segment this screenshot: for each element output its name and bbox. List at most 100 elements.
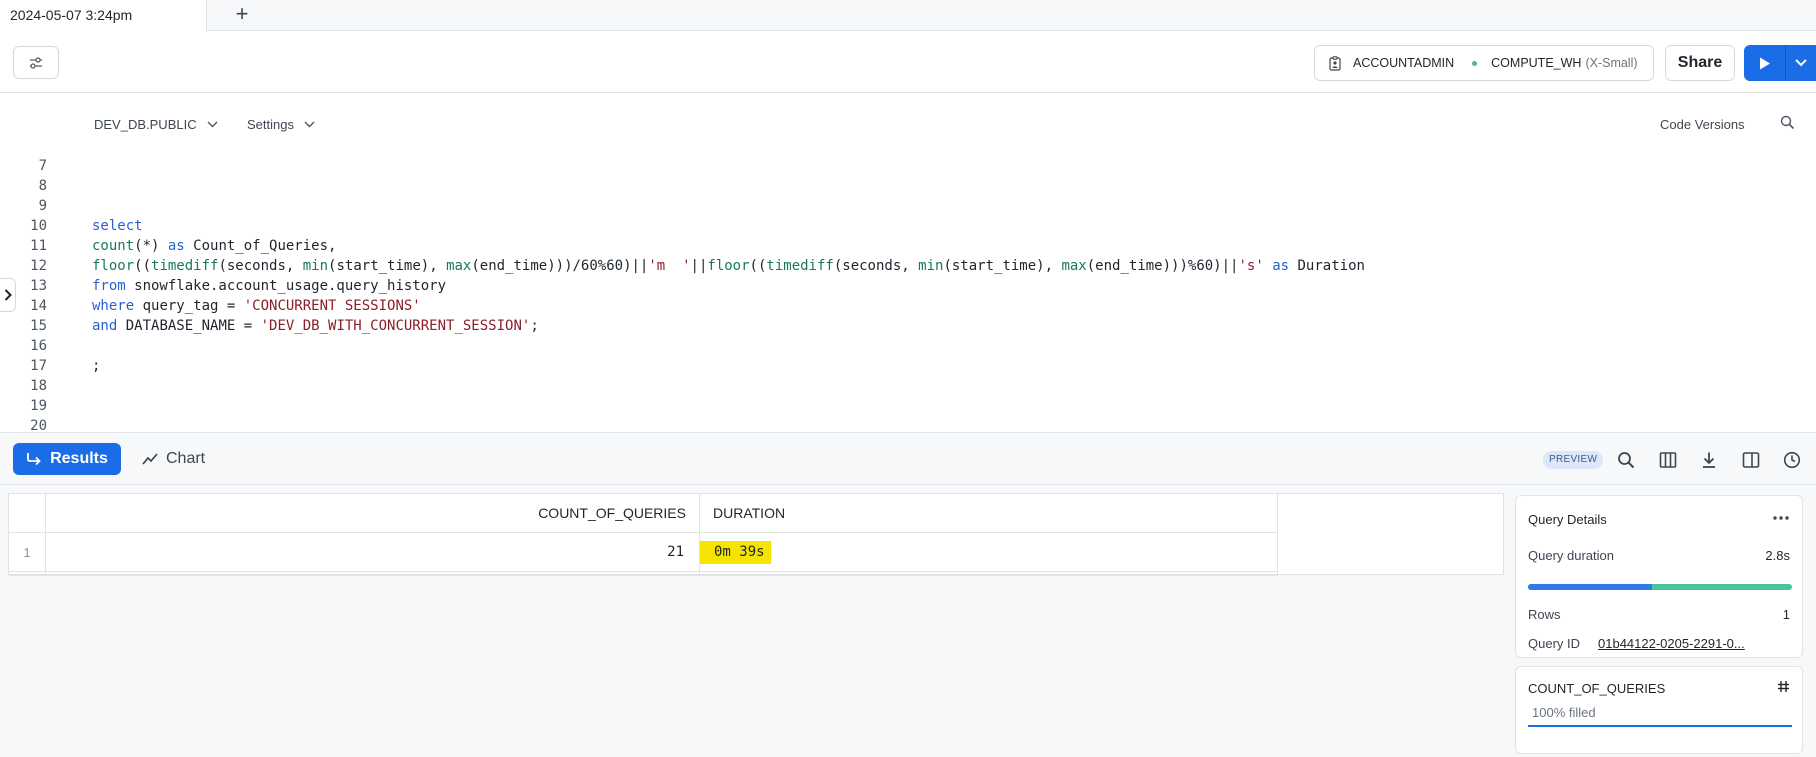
chevron-down-icon xyxy=(1795,59,1807,67)
query-details-title: Query Details xyxy=(1528,512,1607,527)
code-line: 13 from snowflake.account_usage.query_his… xyxy=(0,278,1816,298)
code-line: 16 xyxy=(0,338,1816,358)
editor-search-button[interactable] xyxy=(1780,115,1795,135)
code-line: 9 xyxy=(0,198,1816,218)
line-number: 19 xyxy=(30,398,47,414)
preview-badge: PREVIEW xyxy=(1543,451,1604,469)
query-duration-value: 2.8s xyxy=(1765,548,1790,563)
query-id-label: Query ID xyxy=(1528,636,1581,651)
table-cell xyxy=(46,572,700,576)
role-warehouse-selector[interactable]: ACCOUNTADMIN COMPUTE_WH (X-Small) xyxy=(1314,45,1654,81)
code-line: 15 and DATABASE_NAME = 'DEV_DB_WITH_CONCU… xyxy=(0,318,1816,338)
run-options-dropdown[interactable] xyxy=(1786,45,1816,81)
line-chart-icon xyxy=(142,453,158,465)
add-tab-button[interactable]: + xyxy=(230,2,254,26)
hash-icon xyxy=(1777,680,1790,697)
database-schema-selector[interactable]: DEV_DB.PUBLIC xyxy=(94,117,218,132)
row-index-header xyxy=(9,494,46,533)
chevron-down-icon xyxy=(304,121,315,128)
code-line: 14 where query_tag = 'CONCURRENT SESSIONS… xyxy=(0,298,1816,318)
more-horizontal-icon xyxy=(1773,516,1789,520)
warehouse-name: COMPUTE_WH xyxy=(1491,56,1582,70)
line-number: 15 xyxy=(30,318,47,334)
code-line: 11 count(*) as Count_of_Queries, xyxy=(0,238,1816,258)
code-text: select xyxy=(92,218,143,234)
filters-button[interactable] xyxy=(13,46,59,79)
code-line: 12 floor((timediff(seconds, min(start_tim… xyxy=(0,258,1816,278)
chart-tab[interactable]: Chart xyxy=(142,443,205,475)
row-index: 1 xyxy=(9,533,46,572)
table-cell[interactable]: 0m 39s xyxy=(700,533,1278,572)
chevron-down-icon xyxy=(207,121,218,128)
editor-header: DEV_DB.PUBLIC Settings Code Versions xyxy=(0,93,1816,153)
code-line: 17; xyxy=(0,358,1816,378)
query-details-card: Query Details Query duration 2.8s Rows 1… xyxy=(1515,495,1803,658)
code-line: 10 select xyxy=(0,218,1816,238)
split-panel-icon xyxy=(1742,452,1760,468)
line-number: 17 xyxy=(30,358,47,374)
warehouse-size: (X-Small) xyxy=(1585,56,1638,70)
row-index xyxy=(9,572,46,576)
rows-value: 1 xyxy=(1782,607,1790,622)
database-schema-label: DEV_DB.PUBLIC xyxy=(94,117,197,132)
fill-rate-indicator: 100% filled xyxy=(1528,705,1792,727)
code-text: from snowflake.account_usage.query_histo… xyxy=(92,278,447,294)
column-stats-card: COUNT_OF_QUERIES 100% filled xyxy=(1515,666,1803,754)
columns-button[interactable] xyxy=(1657,449,1679,471)
table-cell xyxy=(700,572,1278,576)
sql-editor[interactable]: 7 8 9 10 select 11 count(*) as Count_of_Qu… xyxy=(0,158,1816,434)
chart-tab-label: Chart xyxy=(166,450,206,467)
query-history-button[interactable] xyxy=(1781,449,1803,471)
code-line: 19 xyxy=(0,398,1816,418)
results-grid: COUNT_OF_QUERIES DURATION 1 21 0m 39s xyxy=(8,493,1504,576)
code-text: count(*) as Count_of_Queries, xyxy=(92,238,337,254)
results-grid-area: COUNT_OF_QUERIES DURATION 1 21 0m 39s xyxy=(0,485,1504,757)
column-header[interactable]: COUNT_OF_QUERIES xyxy=(46,494,700,533)
expand-sidebar-handle[interactable] xyxy=(0,278,16,312)
search-results-button[interactable] xyxy=(1615,449,1637,471)
worksheet-toolbar: ACCOUNTADMIN COMPUTE_WH (X-Small) Share xyxy=(0,31,1816,93)
play-icon xyxy=(1759,57,1770,69)
sliders-icon xyxy=(30,56,42,69)
run-button[interactable] xyxy=(1744,45,1786,81)
line-number: 11 xyxy=(30,238,47,254)
code-versions-link[interactable]: Code Versions xyxy=(1660,117,1745,132)
settings-dropdown[interactable]: Settings xyxy=(247,117,315,132)
line-number: 16 xyxy=(30,338,47,354)
line-number: 8 xyxy=(38,178,47,194)
rows-label: Rows xyxy=(1528,607,1561,622)
share-button[interactable]: Share xyxy=(1665,45,1735,81)
download-button[interactable] xyxy=(1698,449,1720,471)
clock-icon xyxy=(1783,451,1801,469)
code-text: ; xyxy=(92,358,101,374)
search-icon xyxy=(1618,452,1635,469)
code-text: floor((timediff(seconds, min(start_time)… xyxy=(92,258,1365,274)
column-stats-title: COUNT_OF_QUERIES xyxy=(1528,681,1666,696)
query-id-row: Query ID 01b44122-0205-2291-0... xyxy=(1528,636,1790,651)
code-line: 8 xyxy=(0,178,1816,198)
worksheet-tab[interactable]: 2024-05-07 3:24pm xyxy=(0,0,207,32)
code-text: where query_tag = 'CONCURRENT SESSIONS' xyxy=(92,298,421,314)
download-icon xyxy=(1703,452,1715,468)
warehouse-status-dot xyxy=(1472,60,1478,66)
chevron-right-icon xyxy=(4,289,12,301)
split-view-button[interactable] xyxy=(1740,449,1762,471)
more-options-button[interactable] xyxy=(1772,508,1790,526)
line-number: 10 xyxy=(30,218,47,234)
line-number: 18 xyxy=(30,378,47,394)
worksheet-tab-title: 2024-05-07 3:24pm xyxy=(10,7,133,23)
results-tab[interactable]: Results xyxy=(13,443,121,475)
worksheet-tab-bar: 2024-05-07 3:24pm + xyxy=(0,0,1816,32)
results-tab-label: Results xyxy=(50,450,108,467)
query-duration-bar-fill xyxy=(1528,584,1653,590)
inspector-panel: Query Details Query duration 2.8s Rows 1… xyxy=(1504,485,1816,757)
line-number: 12 xyxy=(30,258,47,274)
query-id-link[interactable]: 01b44122-0205-2291-0... xyxy=(1598,636,1745,651)
return-arrow-icon xyxy=(27,453,41,466)
code-text: and DATABASE_NAME = 'DEV_DB_WITH_CONCURR… xyxy=(92,318,539,334)
code-line: 7 xyxy=(0,158,1816,178)
table-cell[interactable]: 21 xyxy=(46,533,700,572)
role-badge-icon xyxy=(1329,55,1343,71)
settings-label: Settings xyxy=(247,117,294,132)
column-header[interactable]: DURATION xyxy=(700,494,1278,533)
